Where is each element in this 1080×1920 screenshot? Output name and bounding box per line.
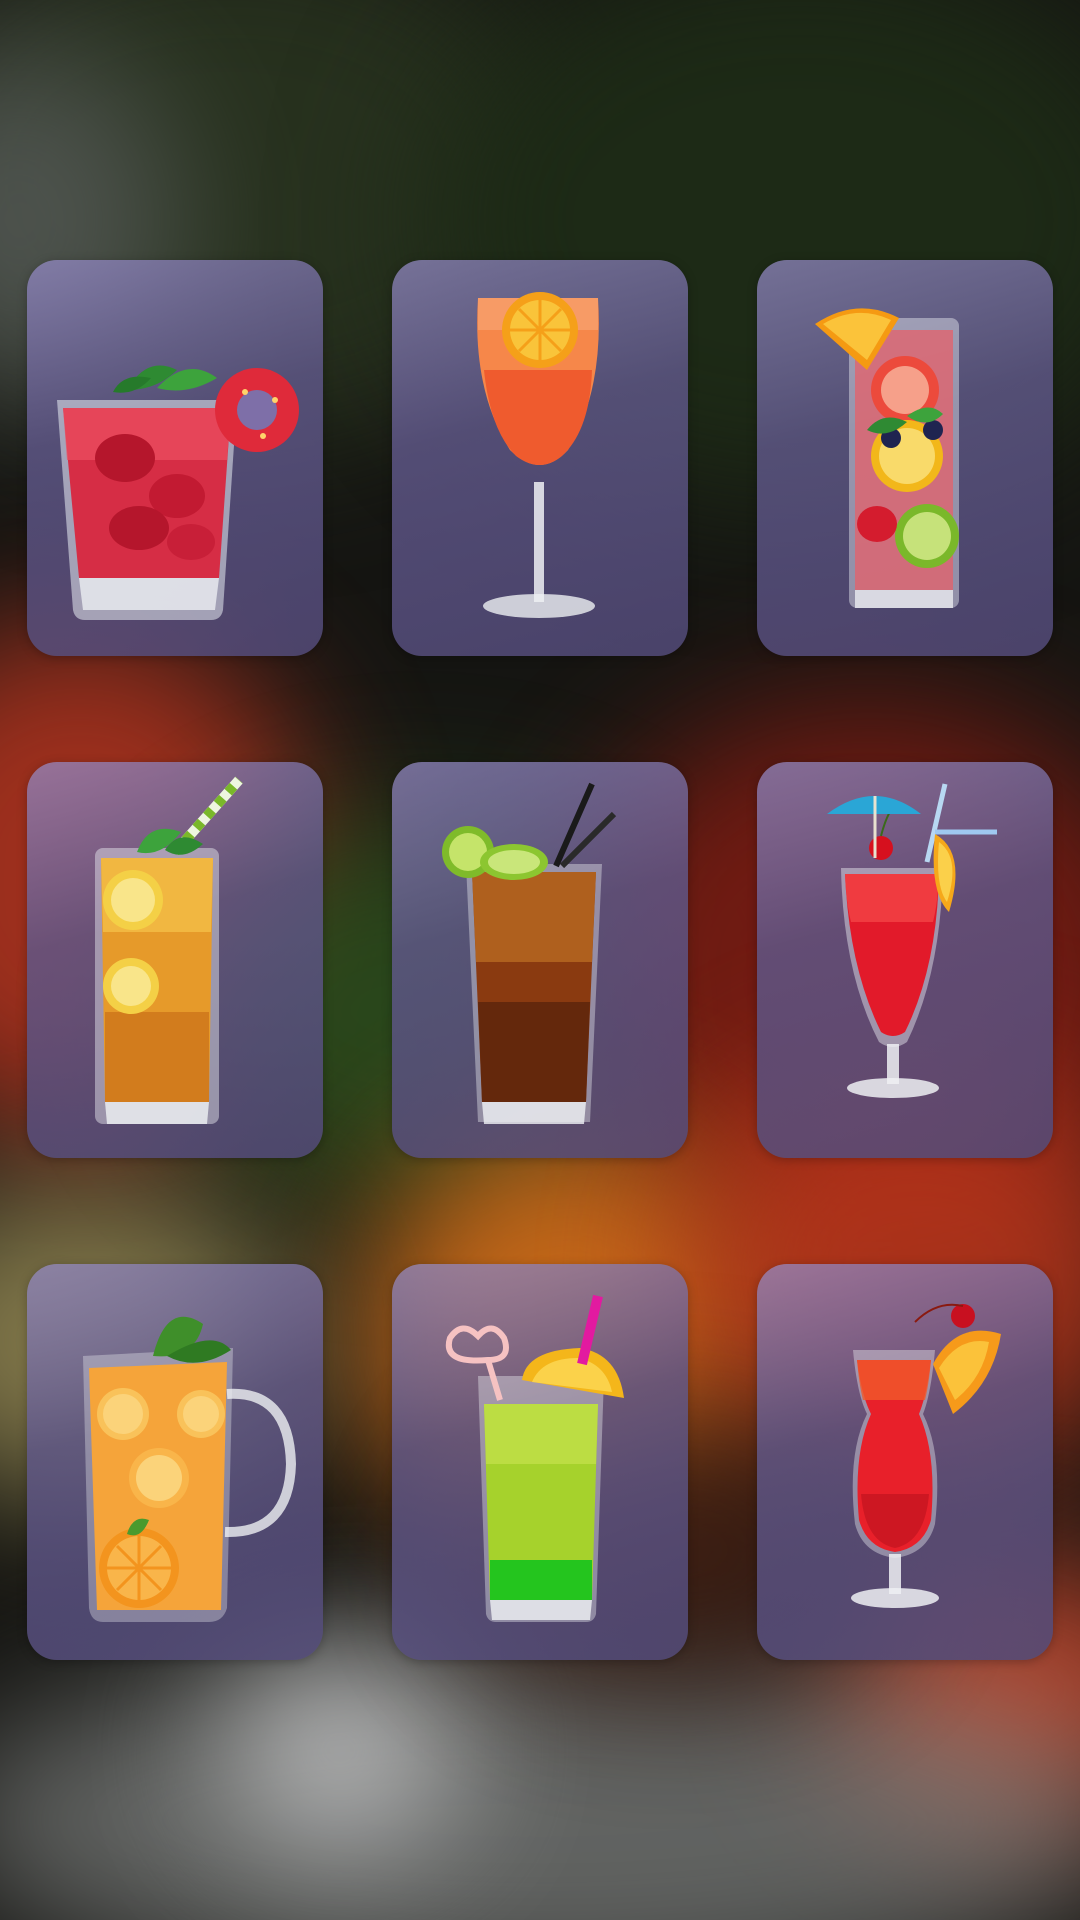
long-island-iced-tea-icon [442, 782, 617, 1124]
red-tropical-cocktail-icon [827, 783, 997, 1098]
drink-tile-orange-juice-pitcher[interactable] [27, 1264, 323, 1660]
strawberry-mojito-icon [57, 365, 299, 620]
drink-grid [0, 0, 1080, 1920]
drink-tile-long-island-iced-tea[interactable] [392, 762, 688, 1158]
orange-juice-pitcher-icon [83, 1316, 297, 1622]
fruit-infused-water-icon [815, 308, 959, 608]
lemon-iced-tea-icon [95, 776, 243, 1124]
drink-tile-green-layered-cocktail[interactable] [392, 1264, 688, 1660]
home-screen [0, 0, 1080, 1920]
drink-tile-fruit-infused-water[interactable] [757, 260, 1053, 656]
drink-tile-strawberry-mojito[interactable] [27, 260, 323, 656]
hurricane-cocktail-icon [851, 1303, 1001, 1608]
aperol-spritz-icon [477, 292, 599, 618]
drink-tile-red-tropical-cocktail[interactable] [757, 762, 1053, 1158]
drink-tile-lemon-iced-tea[interactable] [27, 762, 323, 1158]
drink-tile-aperol-spritz[interactable] [392, 260, 688, 656]
drink-tile-hurricane-cocktail[interactable] [757, 1264, 1053, 1660]
green-layered-cocktail-icon [445, 1294, 624, 1622]
